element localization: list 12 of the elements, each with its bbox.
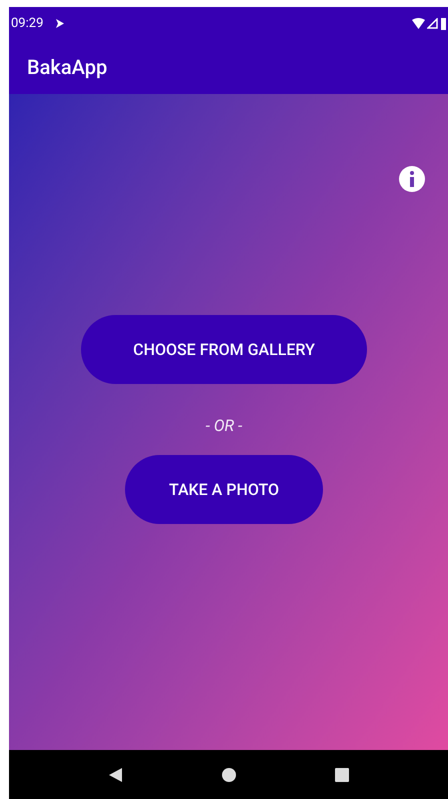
recents-icon[interactable] (334, 768, 348, 782)
or-separator: - OR - (206, 415, 242, 437)
take-a-photo-button[interactable]: TAKE A PHOTO (125, 455, 323, 524)
battery-icon (441, 17, 446, 30)
home-icon[interactable] (222, 768, 236, 782)
wifi-icon (412, 18, 425, 29)
signal-icon (427, 18, 438, 29)
status-time: 09:29 (11, 14, 44, 33)
info-icon (399, 166, 425, 192)
back-icon[interactable] (108, 768, 122, 782)
app-title: BakaApp (27, 54, 108, 81)
choose-from-gallery-button[interactable]: CHOOSE FROM GALLERY (81, 315, 367, 384)
